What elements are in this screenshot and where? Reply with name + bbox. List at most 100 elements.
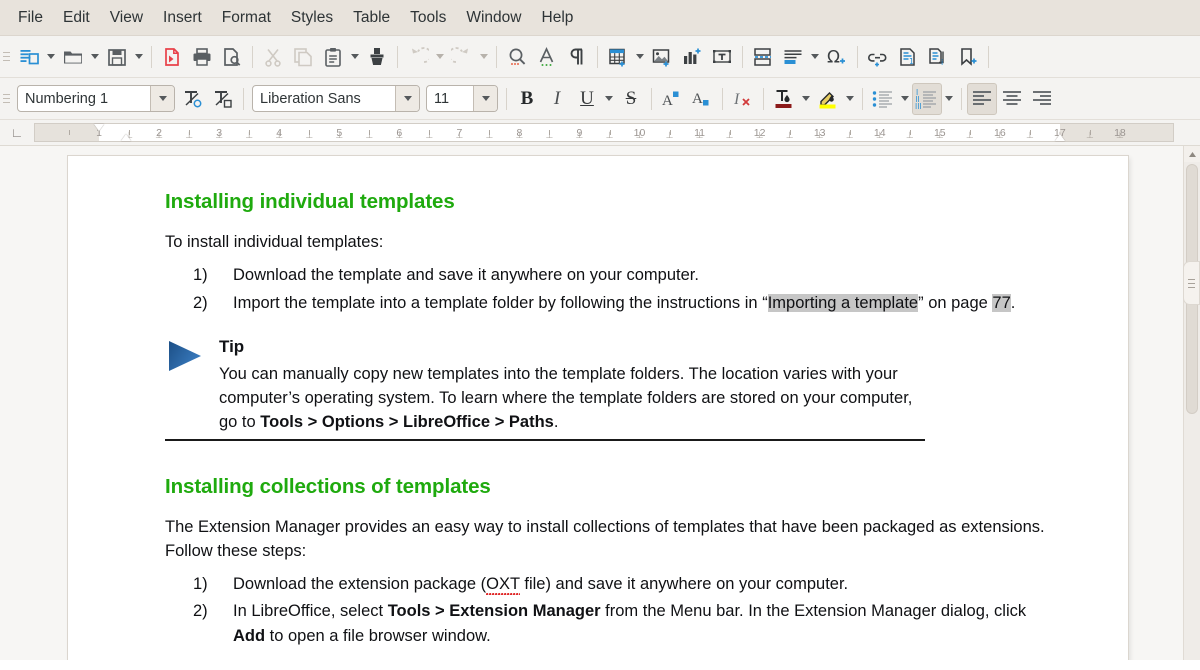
formatting-marks-button[interactable]	[562, 41, 592, 73]
ruler-tabstop-mark[interactable]: ⊥	[516, 130, 524, 141]
ruler-tabstop-mark[interactable]: ⊥	[245, 130, 253, 141]
ruler-tabstop-mark[interactable]: ⊥	[425, 130, 433, 141]
new-document-button[interactable]	[14, 41, 44, 73]
ruler-tabstop-mark[interactable]: ⊥	[636, 130, 644, 141]
font-color-button[interactable]	[769, 83, 799, 115]
superscript-button[interactable]: A	[657, 83, 687, 115]
highlight-color-button[interactable]	[813, 83, 843, 115]
special-character-button[interactable]: Ω	[822, 41, 852, 73]
ruler-tabstop-mark[interactable]: ⊥	[786, 130, 794, 141]
ruler-tabstop-mark[interactable]: ⊥	[876, 130, 884, 141]
insert-table-dropdown[interactable]	[633, 41, 647, 73]
insert-page-break-button[interactable]	[748, 41, 778, 73]
highlight-color-dropdown[interactable]	[843, 83, 857, 115]
ruler-tabstop-mark[interactable]: ⊥	[395, 130, 403, 141]
ordered-list-button[interactable]: I II III	[912, 82, 942, 115]
menu-item-view[interactable]: View	[100, 5, 153, 31]
paste-button[interactable]	[318, 41, 348, 73]
unordered-list-dropdown[interactable]	[898, 83, 912, 115]
font-name-dropdown-arrow[interactable]	[395, 86, 419, 111]
open-document-button[interactable]	[58, 41, 88, 73]
ruler-tabstop-mark[interactable]: ⊥	[936, 130, 944, 141]
sidebar-toggle-icon[interactable]	[1183, 261, 1200, 305]
ruler-tabstop-mark[interactable]: ⊥	[485, 130, 493, 141]
menu-item-edit[interactable]: Edit	[53, 5, 100, 31]
insert-text-box-button[interactable]	[707, 41, 737, 73]
ruler-tabstop-mark[interactable]: ⊥	[155, 130, 163, 141]
ruler-left-margin[interactable]	[35, 124, 100, 141]
ruler-tabstop-mark[interactable]: ⊥	[666, 130, 674, 141]
menu-item-help[interactable]: Help	[532, 5, 584, 31]
ruler-tabstop-mark[interactable]: ⊥	[1086, 130, 1094, 141]
document-area[interactable]: Installing individual templates To insta…	[0, 146, 1200, 660]
ruler-tabstop-mark[interactable]: ⊥	[696, 130, 704, 141]
font-size-dropdown-arrow[interactable]	[473, 86, 497, 111]
ordered-list-dropdown[interactable]	[942, 83, 956, 115]
italic-button[interactable]: I	[542, 83, 572, 115]
first-line-indent-marker[interactable]	[94, 124, 105, 131]
toolbar-grip[interactable]	[2, 86, 11, 112]
ruler-tabstop-mark[interactable]: ⊥	[185, 130, 193, 141]
redo-dropdown[interactable]	[477, 41, 491, 73]
menu-item-tools[interactable]: Tools	[400, 5, 456, 31]
spelling-button[interactable]	[532, 41, 562, 73]
clone-formatting-button[interactable]	[362, 41, 392, 73]
ruler-tabstop-mark[interactable]: ⊥	[576, 130, 584, 141]
copy-button[interactable]	[288, 41, 318, 73]
ruler-tabstop-mark[interactable]: ⊥	[606, 130, 614, 141]
new-document-dropdown[interactable]	[44, 41, 58, 73]
font-size-combobox[interactable]: 11	[426, 85, 498, 112]
open-document-dropdown[interactable]	[88, 41, 102, 73]
ruler-tabstop-mark[interactable]: ⊥	[365, 130, 373, 141]
ruler-tabstop-mark[interactable]: ⊥	[275, 130, 283, 141]
undo-button[interactable]	[403, 41, 433, 73]
clear-formatting-button[interactable]: I	[728, 83, 758, 115]
export-pdf-button[interactable]	[157, 41, 187, 73]
ruler-tabstop-mark[interactable]: ⊥	[1026, 130, 1034, 141]
paragraph-style-dropdown-arrow[interactable]	[150, 86, 174, 111]
unordered-list-button[interactable]	[868, 83, 898, 115]
insert-chart-button[interactable]	[677, 41, 707, 73]
scroll-up-arrow-icon[interactable]	[1184, 146, 1200, 162]
left-indent-marker[interactable]	[121, 134, 132, 141]
save-document-dropdown[interactable]	[132, 41, 146, 73]
right-indent-marker[interactable]	[1054, 134, 1065, 141]
insert-table-button[interactable]	[603, 41, 633, 73]
insert-footnote-button[interactable]: 1	[893, 41, 923, 73]
ruler-tabstop-mark[interactable]: ⊥	[1116, 130, 1124, 141]
menu-item-insert[interactable]: Insert	[153, 5, 212, 31]
menu-item-styles[interactable]: Styles	[281, 5, 343, 31]
align-center-button[interactable]	[997, 83, 1027, 115]
update-selected-style-button[interactable]	[208, 83, 238, 115]
strikethrough-button[interactable]: S	[616, 83, 646, 115]
ruler-tabstop-mark[interactable]: ⊥	[335, 130, 343, 141]
underline-dropdown[interactable]	[602, 83, 616, 115]
ruler-tabstop-mark[interactable]: ⊥	[906, 130, 914, 141]
insert-endnote-button[interactable]: i	[923, 41, 953, 73]
ruler-tabstop-mark[interactable]: ⊥	[726, 130, 734, 141]
cut-button[interactable]	[258, 41, 288, 73]
print-preview-button[interactable]	[217, 41, 247, 73]
undo-dropdown[interactable]	[433, 41, 447, 73]
ruler-tabstop-mark[interactable]: ⊥	[455, 130, 463, 141]
ruler-tabstop-mark[interactable]: ⊥	[996, 130, 1004, 141]
horizontal-ruler[interactable]: 1 2 ⊥ ⊥ 3 ⊥ ⊥ 4 ⊥ ⊥ 5 ⊥ ⊥ 6 ⊥ ⊥ 7 ⊥ ⊥ 8 ⊥ ⊥ 9 ⊥ ⊥ 10 ⊥ ⊥ 11 ⊥ ⊥ 12 ⊥ ⊥ 13 ⊥…	[34, 123, 1174, 142]
paste-dropdown[interactable]	[348, 41, 362, 73]
subscript-button[interactable]: A	[687, 83, 717, 115]
align-left-button[interactable]	[967, 82, 997, 115]
menu-item-format[interactable]: Format	[212, 5, 281, 31]
insert-field-button[interactable]	[778, 41, 808, 73]
ruler-tabstop-mark[interactable]: ⊥	[816, 130, 824, 141]
vertical-scrollbar[interactable]	[1183, 146, 1200, 660]
ruler-tabstop-mark[interactable]: ⊥	[305, 130, 313, 141]
bold-button[interactable]: B	[512, 83, 542, 115]
document-page[interactable]: Installing individual templates To insta…	[68, 156, 1128, 660]
insert-image-button[interactable]	[647, 41, 677, 73]
menu-item-table[interactable]: Table	[343, 5, 400, 31]
tab-left-icon[interactable]: ∟	[0, 125, 34, 140]
underline-button[interactable]: U	[572, 83, 602, 115]
insert-field-dropdown[interactable]	[808, 41, 822, 73]
redo-button[interactable]	[447, 41, 477, 73]
save-document-button[interactable]	[102, 41, 132, 73]
font-name-combobox[interactable]: Liberation Sans	[252, 85, 420, 112]
